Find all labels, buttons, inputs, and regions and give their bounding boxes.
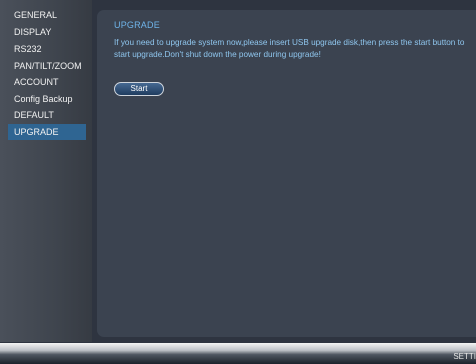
start-button[interactable]: Start (114, 82, 164, 96)
sidebar-item-account[interactable]: ACCOUNT (8, 74, 86, 90)
sidebar-item-upgrade[interactable]: UPGRADE (8, 124, 86, 140)
bottom-bar: SETTI (0, 343, 476, 364)
sidebar-item-display[interactable]: DISPLAY (8, 24, 86, 40)
bottom-bar-label[interactable]: SETTI (453, 352, 476, 361)
sidebar-item-rs232[interactable]: RS232 (8, 41, 86, 57)
upgrade-instructions: If you need to upgrade system now,please… (114, 38, 465, 59)
sidebar-item-pan-tilt-zoom[interactable]: PAN/TILT/ZOOM (8, 58, 86, 74)
sidebar-item-config-backup[interactable]: Config Backup (8, 91, 86, 107)
sidebar-item-default[interactable]: DEFAULT (8, 107, 86, 123)
panel-title: UPGRADE (114, 20, 160, 30)
upgrade-panel: UPGRADE If you need to upgrade system no… (97, 10, 476, 337)
sidebar-item-general[interactable]: GENERAL (8, 7, 86, 23)
settings-sidebar: GENERAL DISPLAY RS232 PAN/TILT/ZOOM ACCO… (0, 0, 92, 342)
